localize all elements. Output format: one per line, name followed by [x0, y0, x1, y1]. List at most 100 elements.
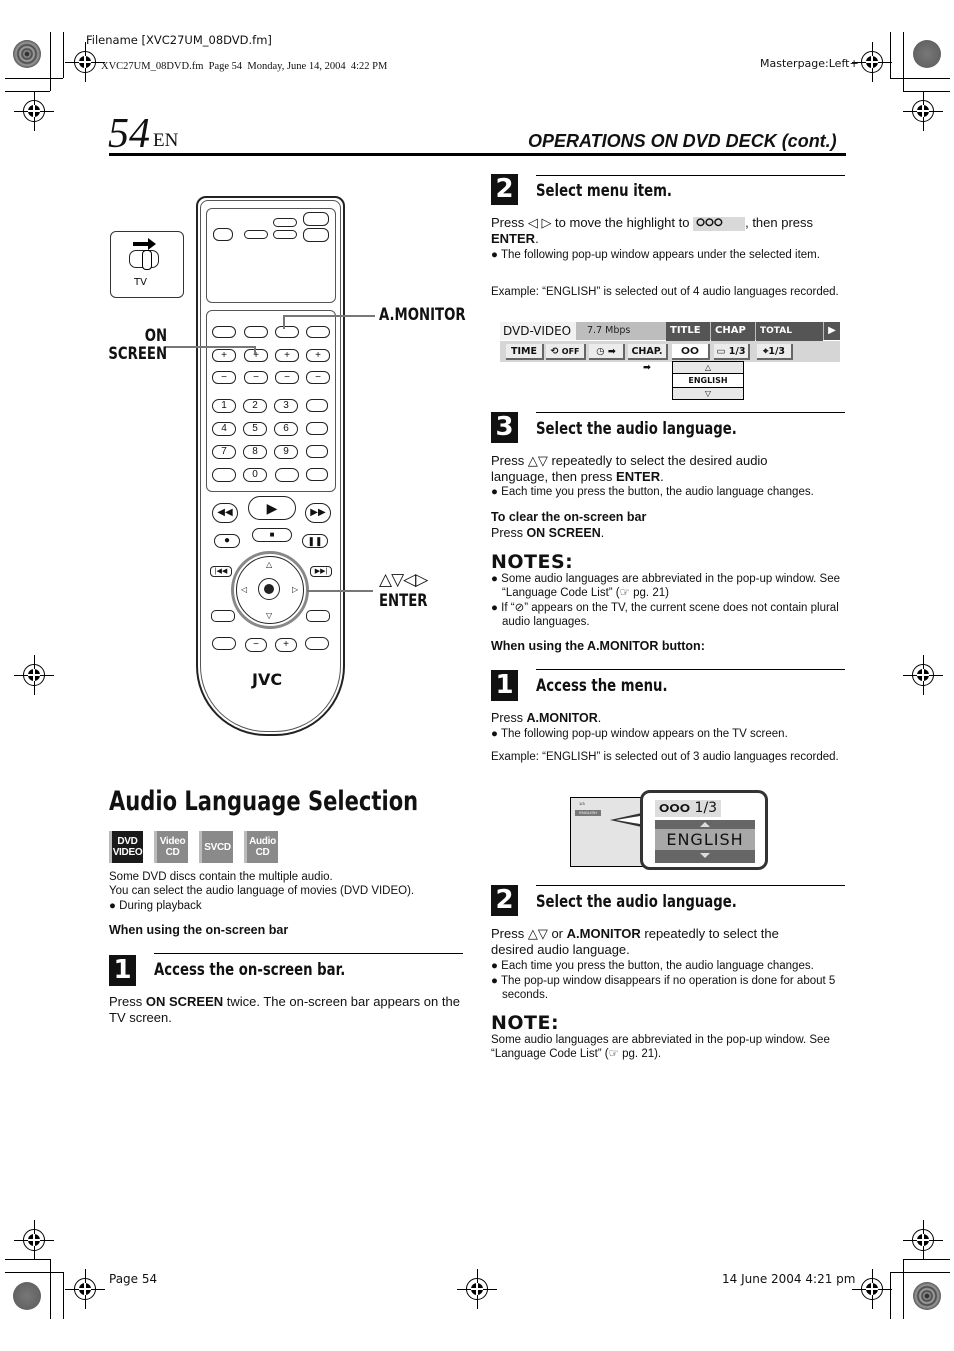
tv-switch[interactable] — [213, 228, 233, 241]
audio-icon: ⵔⵔ — [681, 346, 699, 357]
number-key[interactable]: 6 — [274, 422, 298, 436]
remote-button[interactable] — [306, 445, 328, 458]
disc-type-badge: Audio CD — [244, 831, 278, 863]
clear-text: Press ON SCREEN. — [491, 526, 605, 540]
step-text: Press △▽ repeatedly to select the desire… — [491, 453, 768, 484]
osd-time-search-button[interactable]: ◷ ➡ — [589, 344, 625, 360]
stop-button[interactable]: ■ — [252, 528, 292, 542]
fast-forward-button[interactable]: ▶▶ — [305, 503, 331, 523]
skip-forward-button[interactable]: ▶▶| — [310, 566, 332, 577]
number-key[interactable]: 2 — [243, 399, 267, 413]
remote-button[interactable] — [273, 218, 297, 227]
minus-button[interactable]: − — [275, 371, 299, 384]
play-button[interactable]: ▶ — [248, 496, 296, 520]
notes-heading: NOTES: — [491, 551, 574, 573]
bullet: ● The following pop-up window appears un… — [491, 249, 820, 261]
remote-button[interactable] — [306, 610, 330, 622]
osd-time-button[interactable]: TIME — [506, 344, 544, 360]
record-button[interactable]: ● — [214, 534, 240, 548]
minus-button[interactable]: − — [244, 371, 268, 384]
registration-mark-icon — [14, 91, 54, 131]
on-screen-button[interactable]: + — [244, 349, 268, 362]
up-arrow-icon[interactable]: △ — [266, 560, 272, 569]
remote-button[interactable] — [306, 326, 330, 338]
intro-line-2: You can select the audio language of mov… — [109, 885, 415, 897]
number-key[interactable]: 4 — [212, 422, 236, 436]
up-arrow-icon — [700, 822, 710, 827]
remote-button[interactable] — [212, 468, 236, 482]
left-arrow-icon[interactable]: ◁ — [241, 585, 247, 594]
rewind-button[interactable]: ◀◀ — [212, 503, 238, 523]
number-key[interactable]: 7 — [212, 445, 236, 459]
remote-button[interactable] — [306, 422, 328, 435]
popup-selected-language[interactable]: ENGLISH — [673, 374, 743, 388]
down-arrow-icon — [700, 853, 710, 858]
popup-up-icon[interactable]: △ — [673, 362, 743, 374]
number-key[interactable]: 0 — [243, 468, 267, 482]
registration-mark-icon — [903, 1220, 943, 1260]
step-title: Access the on-screen bar. — [154, 960, 346, 980]
step-text: Press ◁ ▷ to move the highlight to ⵔⵔⵔ, … — [491, 215, 814, 246]
right-arrow-icon[interactable]: ▷ — [292, 585, 298, 594]
osd-audio-button[interactable]: ⵔⵔ 2/4 — [672, 344, 710, 373]
remote-button[interactable] — [212, 326, 236, 338]
registration-mark-icon — [852, 42, 892, 82]
registration-mark-icon — [903, 655, 943, 695]
down-arrow-icon[interactable]: ▽ — [266, 611, 272, 620]
plus-button[interactable]: + — [275, 349, 299, 362]
minus-button[interactable]: − — [306, 371, 330, 384]
remote-button[interactable] — [303, 228, 329, 242]
number-key[interactable]: 8 — [243, 445, 267, 459]
power-button[interactable] — [303, 212, 329, 226]
remote-button[interactable] — [211, 610, 235, 622]
registration-mark-icon — [903, 91, 943, 131]
plus-button[interactable]: + — [306, 349, 330, 362]
step-title: Access the menu. — [536, 676, 668, 696]
play-icon: ▶ — [824, 322, 840, 340]
section-header-title: OPERATIONS ON DVD DECK (cont.) — [528, 131, 837, 151]
tv-mini-audio-count: 1/3 — [579, 801, 585, 806]
note-item: ● If “⊘” appears on the TV, the current … — [491, 602, 839, 628]
disc-type-badge: SVCD — [199, 831, 233, 863]
number-key[interactable]: 9 — [274, 445, 298, 459]
subhead-amonitor: When using the A.MONITOR button: — [491, 639, 705, 653]
registration-mark-icon — [14, 655, 54, 695]
note-item: ● Some audio languages are abbreviated i… — [491, 573, 841, 599]
a-monitor-popup: ⵔⵔⵔ 1/3 ENGLISH — [640, 790, 768, 870]
remote-button[interactable] — [273, 230, 297, 239]
a-monitor-button[interactable] — [275, 326, 299, 338]
callout-enter: ENTER — [379, 591, 428, 611]
step-number: 3 — [491, 412, 518, 443]
callout-arrows: △▽◁▷ — [379, 570, 428, 590]
pause-button[interactable]: ❚❚ — [302, 534, 328, 548]
step-number: 1 — [491, 670, 518, 701]
section-title: Audio Language Selection — [109, 786, 419, 817]
switch-label-tv: TV — [134, 277, 147, 288]
osd-repeat-button[interactable]: ⟲ OFF — [546, 344, 586, 360]
skip-back-button[interactable]: |◀◀ — [210, 566, 232, 577]
minus-button[interactable]: − — [212, 371, 236, 384]
bullet: ● The pop-up window disappears if no ope… — [491, 975, 836, 1001]
bullet: ● Each time you press the button, the au… — [491, 486, 814, 498]
number-key[interactable]: 3 — [274, 399, 298, 413]
remote-button[interactable] — [305, 637, 329, 650]
remote-button[interactable] — [244, 230, 268, 239]
osd-chapter-button[interactable]: CHAP. ➡ — [628, 344, 668, 373]
remote-button[interactable] — [275, 468, 299, 482]
remote-button[interactable] — [212, 637, 236, 650]
registration-disc-icon — [913, 1282, 941, 1310]
popup-down-icon[interactable]: ▽ — [673, 388, 743, 399]
plus-button[interactable]: + — [212, 349, 236, 362]
plus-button[interactable]: + — [275, 638, 297, 652]
osd-subtitle-button[interactable]: ▭ 1/3 — [714, 344, 750, 360]
remote-button[interactable] — [306, 399, 328, 412]
remote-button[interactable] — [244, 326, 268, 338]
minus-button[interactable]: − — [245, 638, 267, 652]
remote-button[interactable] — [306, 468, 328, 481]
number-key[interactable]: 5 — [243, 422, 267, 436]
registration-disc-icon — [13, 1282, 41, 1310]
intro-bullet: ● During playback — [109, 900, 202, 912]
callout-on-screen: ON SCREEN — [108, 326, 168, 364]
number-key[interactable]: 1 — [212, 399, 236, 413]
osd-angle-button[interactable]: ⌖1/3 — [757, 344, 793, 360]
